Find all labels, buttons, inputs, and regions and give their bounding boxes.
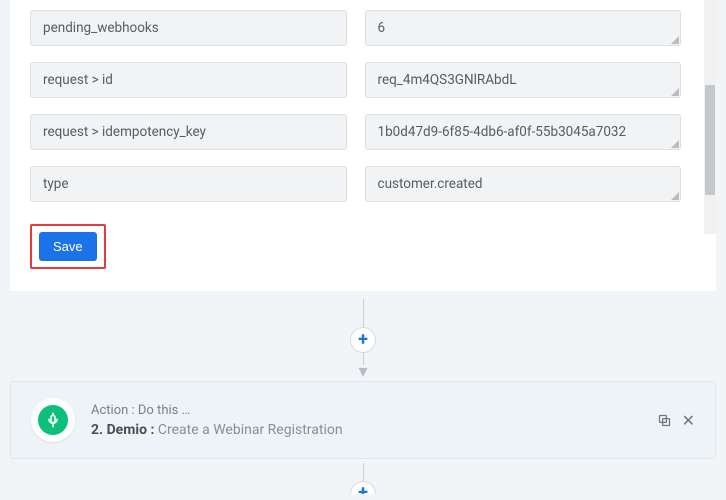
step-app: Demio :: [107, 422, 155, 438]
step-description: Create a Webinar Registration: [158, 422, 343, 438]
step-connector: +: [0, 463, 726, 494]
save-highlight: Save: [30, 224, 106, 269]
app-badge: [31, 398, 75, 442]
step-actions: ✕: [657, 411, 695, 430]
step-title: 2. Demio : Create a Webinar Registration: [91, 422, 343, 438]
field-row: type customer.created: [30, 166, 681, 202]
connector-line: [363, 463, 364, 481]
connector-line: [363, 299, 364, 327]
field-key[interactable]: request > id: [30, 62, 347, 98]
field-key[interactable]: type: [30, 166, 347, 202]
step-text: Action : Do this … 2. Demio : Create a W…: [91, 403, 343, 438]
delete-step-icon[interactable]: ✕: [682, 411, 695, 430]
arrow-down-icon: ▾: [358, 363, 367, 381]
field-row: pending_webhooks 6: [30, 10, 681, 46]
step-prefix: Action : Do this …: [91, 403, 343, 418]
field-key[interactable]: pending_webhooks: [30, 10, 347, 46]
step-connector: + ▾: [0, 299, 726, 381]
field-value[interactable]: customer.created: [365, 166, 682, 202]
add-step-button[interactable]: +: [350, 481, 376, 494]
step-number: 2.: [91, 422, 103, 438]
demio-icon: [38, 405, 68, 435]
field-value[interactable]: 6: [365, 10, 682, 46]
copy-step-icon[interactable]: [657, 411, 672, 430]
add-step-button[interactable]: +: [350, 327, 376, 353]
scrollbar[interactable]: [704, 0, 716, 234]
scrollbar-thumb[interactable]: [705, 85, 715, 195]
trigger-sample-panel: pending_webhooks 6 request > id req_4m4Q…: [10, 0, 716, 291]
field-value[interactable]: req_4m4QS3GNlRAbdL: [365, 62, 682, 98]
field-row: request > id req_4m4QS3GNlRAbdL: [30, 62, 681, 98]
action-step-card[interactable]: Action : Do this … 2. Demio : Create a W…: [10, 381, 716, 459]
field-value[interactable]: 1b0d47d9-6f85-4db6-af0f-55b3045a7032: [365, 114, 682, 150]
field-row: request > idempotency_key 1b0d47d9-6f85-…: [30, 114, 681, 150]
field-key[interactable]: request > idempotency_key: [30, 114, 347, 150]
save-button[interactable]: Save: [39, 232, 97, 261]
